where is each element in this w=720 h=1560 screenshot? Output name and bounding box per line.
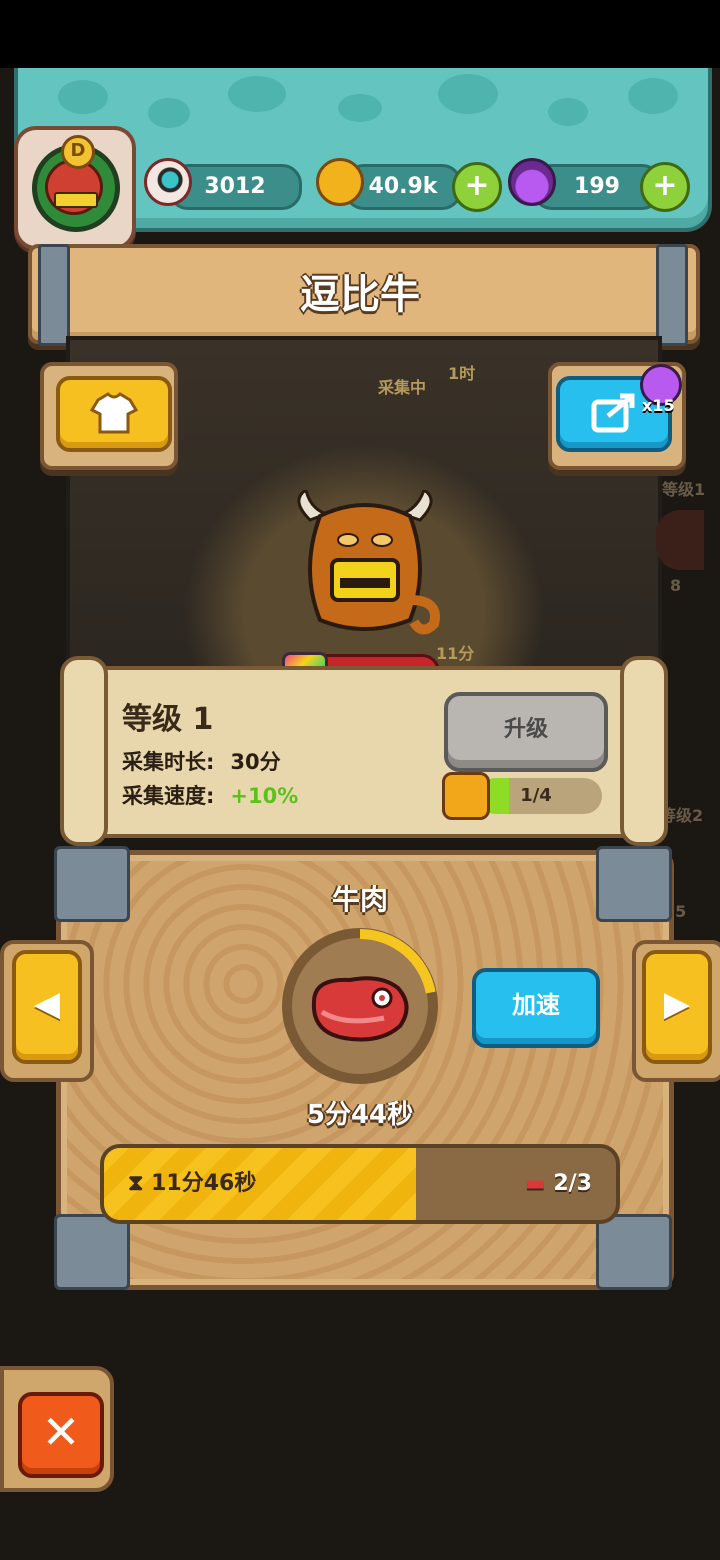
panel-corner-br (596, 1214, 672, 1290)
meat-mini-icon: ▬ (524, 1171, 554, 1196)
speed-row: 采集速度: +10% (122, 780, 298, 810)
gold-coin-icon (316, 158, 364, 206)
total-time: 11分46秒 (151, 1171, 257, 1196)
speed-label: 采集速度: (122, 784, 215, 808)
yak-creature (297, 490, 440, 635)
count-row: ▬ 2/3 (525, 1148, 592, 1220)
scroll-right-end (620, 656, 668, 846)
upgrade-button[interactable]: 升级 (444, 692, 608, 772)
creature-title: 逗比牛 (300, 272, 420, 318)
status-bar-area (0, 0, 720, 68)
outfit-button[interactable] (56, 376, 172, 452)
resource-name: 牛肉 (331, 883, 388, 916)
shirt-icon (89, 392, 139, 434)
eyeball-icon (144, 158, 192, 206)
avatar: D (32, 135, 120, 232)
scroll-left-end (60, 656, 108, 846)
yak-token-icon (442, 772, 490, 820)
speedup-button[interactable]: 加速 (472, 968, 600, 1048)
scene-time-bottom: 11分 (436, 644, 475, 663)
add-gold-button[interactable]: + (452, 162, 502, 212)
collecting-label: 采集中 (378, 378, 427, 397)
speed-value: +10% (230, 784, 299, 808)
duration-row: 采集时长: 30分 (122, 746, 281, 776)
prev-arrow-button[interactable]: ◀ (12, 950, 82, 1064)
next-arrow-button[interactable]: ▶ (642, 950, 712, 1064)
potion-bonus-count: x15 (642, 396, 675, 415)
duration-label: 采集时长: (122, 750, 215, 774)
total-time-row: ⧗ 11分46秒 (128, 1148, 256, 1220)
add-potion-button[interactable]: + (640, 162, 690, 212)
avatar-rank-badge: D (61, 135, 95, 169)
side-meat-slot (656, 510, 704, 570)
duration-value: 30分 (230, 750, 281, 774)
close-button[interactable]: ✕ (18, 1392, 104, 1478)
countdown-timer: 5分44秒 (306, 1100, 414, 1130)
potion-icon (508, 158, 556, 206)
total-progress-bar: ⧗ 11分46秒 ▬ 2/3 (100, 1144, 620, 1224)
scene-time-top: 1时 (448, 364, 476, 383)
side-level1-count: 8 (670, 576, 682, 595)
upgrade-progress-bar: 1/4 (478, 778, 602, 814)
resource-count: 2/3 (553, 1171, 592, 1196)
upgrade-progress-text: 1/4 (520, 785, 552, 806)
hourglass-icon: ⧗ (128, 1171, 152, 1196)
beef-steak-icon (311, 976, 409, 1042)
side-level1-label: 等级1 (662, 480, 706, 499)
panel-corner-bl (54, 1214, 130, 1290)
player-avatar-frame[interactable]: D (14, 126, 136, 250)
creature-level: 等级 1 (122, 702, 214, 737)
